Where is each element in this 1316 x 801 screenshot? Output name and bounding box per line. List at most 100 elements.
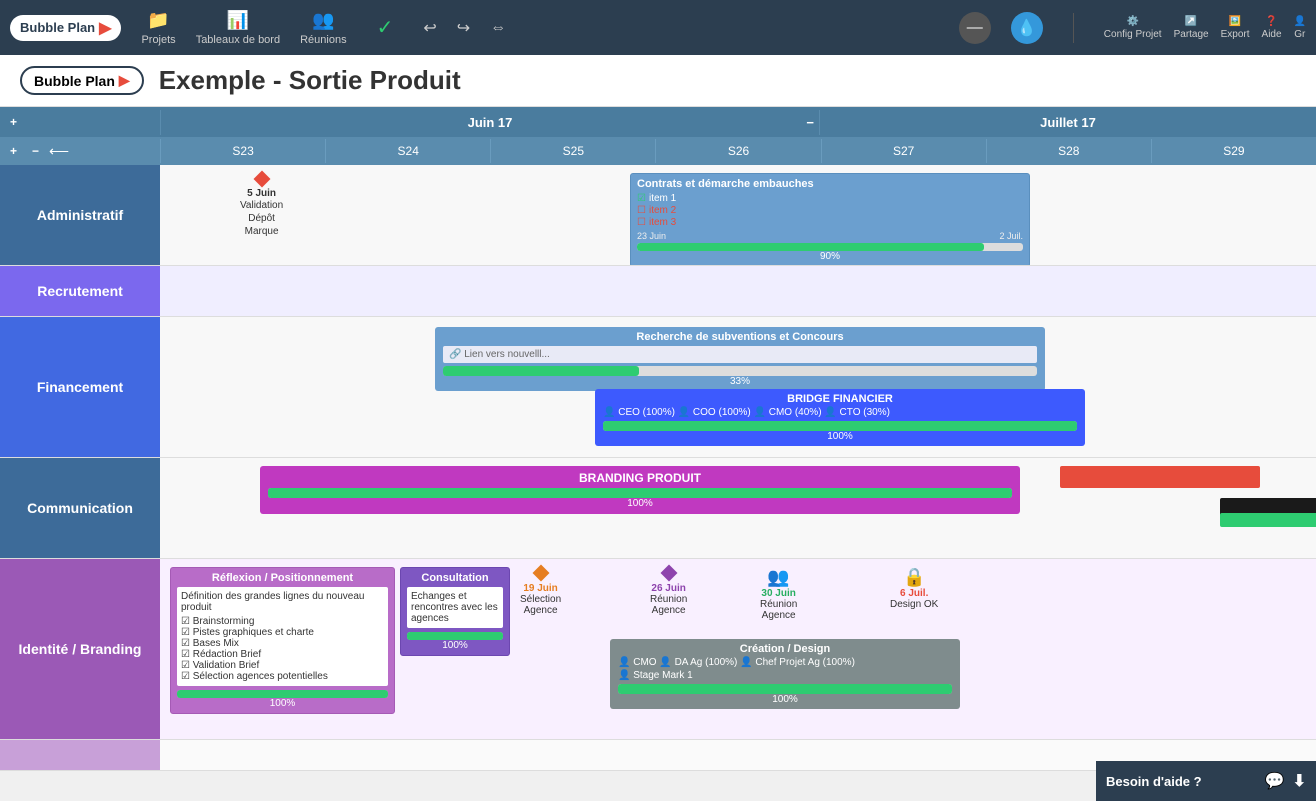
info-circle-button[interactable]: 💧 (1011, 12, 1043, 44)
progress-fill-reflexion (177, 690, 388, 698)
nav-reunions-label: Réunions (300, 34, 346, 46)
nav-logo-text: Bubble Plan (20, 20, 95, 35)
progress-label-contrats: 90% (637, 251, 1023, 262)
milestone-design-ok[interactable]: 🔒 6 Juil. Design OK (890, 567, 938, 610)
milestone-selection-agence[interactable]: 19 Juin SélectionAgence (520, 567, 561, 616)
progress-track-bridge (603, 421, 1077, 431)
nav-partage[interactable]: ↗️ Partage (1174, 16, 1209, 40)
milestone-reunion2-agence[interactable]: 👥 30 Juin RéunionAgence (760, 567, 797, 621)
milestone-date-19juin: 19 Juin (523, 583, 557, 594)
task-contrats-title: Contrats et démarche embauches (637, 178, 1023, 190)
task-bridge-people: 👤 CEO (100%) 👤 COO (100%) 👤 CMO (40%) 👤 … (603, 407, 1077, 418)
reflexion-item-2: ☑ Pistes graphiques et charte (181, 627, 384, 638)
week-s24: S24 (325, 139, 490, 163)
reunion-people-icon: 👥 (767, 567, 789, 588)
nav-export[interactable]: 🖼️ Export (1221, 16, 1250, 40)
export-label: Export (1221, 29, 1250, 40)
nav-aide[interactable]: ❓ Aide (1262, 16, 1282, 40)
task-reflexion-content: Définition des grandes lignes du nouveau… (177, 587, 388, 686)
row-financement: Financement Recherche de subventions et … (0, 317, 1316, 458)
task-start-date: 23 Juin (637, 231, 666, 241)
undo-button[interactable]: ↩ (423, 18, 436, 38)
projets-icon: 📁 (147, 10, 169, 31)
partage-icon: ↗️ (1185, 16, 1197, 27)
help-label: Besoin d'aide ? (1106, 774, 1202, 789)
content-financement: Recherche de subventions et Concours 🔗 L… (160, 317, 1316, 457)
progress-fill-contrats (637, 243, 984, 251)
lock-red-icon: 🔒 (903, 567, 925, 588)
content-communication: BRANDING PRODUIT 100% (160, 458, 1316, 558)
row-administratif: Administratif 5 Juin ValidationDépôtMarq… (0, 165, 1316, 266)
expand-icon[interactable]: ⬇ (1293, 771, 1306, 791)
redo-button[interactable]: ↪ (457, 18, 470, 38)
task-item-3: ☐ item 3 (637, 217, 1023, 228)
nav-item-reunions[interactable]: 👥 Réunions (300, 10, 346, 46)
orange-diamond-icon (532, 565, 549, 582)
week-s23: S23 (160, 139, 325, 163)
aide-label: Aide (1262, 29, 1282, 40)
week-zoom-out[interactable]: − (27, 144, 44, 158)
milestone-label-reunion1: RéunionAgence (650, 594, 687, 616)
top-navigation: Bubble Plan ▶ 📁 Projets 📊 Tableaux de bo… (0, 0, 1316, 55)
check-icon: ✓ (377, 15, 394, 40)
milestone-label-validation: ValidationDépôtMarque (240, 199, 283, 238)
chat-icon[interactable]: 💬 (1265, 771, 1285, 791)
comm-red-bar (1060, 466, 1260, 488)
user-circle-button[interactable]: — (959, 12, 991, 44)
week-zoom-in[interactable]: + (5, 144, 22, 158)
milestone-reunion1-agence[interactable]: 26 Juin RéunionAgence (650, 567, 687, 616)
task-branding-produit[interactable]: BRANDING PRODUIT 100% (260, 466, 1020, 514)
nav-projets-label: Projets (141, 34, 175, 46)
month-juillet: Juillet 17 (819, 110, 1316, 135)
task-reflexion-title: Réflexion / Positionnement (177, 572, 388, 584)
aide-icon: ❓ (1265, 16, 1277, 27)
nav-gr[interactable]: 👤 Gr (1294, 16, 1306, 40)
month-row: + Juin 17 − Juillet 17 (0, 107, 1316, 137)
progress-fill-consultation (407, 632, 503, 640)
month-juin-minus[interactable]: − (806, 115, 814, 130)
task-consultation[interactable]: Consultation Echanges et rencontres avec… (400, 567, 510, 656)
task-reflexion[interactable]: Réflexion / Positionnement Définition de… (170, 567, 395, 714)
zoom-in-button[interactable]: + (5, 115, 22, 129)
nav-item-tableaux[interactable]: 📊 Tableaux de bord (196, 10, 280, 46)
header-logo-arrow: ▶ (119, 72, 130, 89)
progress-track-consultation (407, 632, 503, 640)
nav-item-projets[interactable]: 📁 Projets (141, 10, 175, 46)
person-cmo: 👤 CMO (40%) (754, 407, 822, 418)
scroll-left-icon[interactable]: ⟵ (49, 143, 69, 160)
content-identite: Réflexion / Positionnement Définition de… (160, 559, 1316, 739)
uncheck-icon-2: ☐ (637, 205, 646, 216)
label-administratif: Administratif (0, 165, 160, 265)
week-s28: S28 (986, 139, 1151, 163)
progress-label-creation: 100% (618, 694, 952, 705)
month-juin-label: Juin 17 (468, 115, 513, 130)
progress-fill-recherche (443, 366, 639, 376)
task-contrats-embauches[interactable]: Contrats et démarche embauches ☑ item 1 … (630, 173, 1030, 265)
nav-logo[interactable]: Bubble Plan ▶ (10, 15, 121, 41)
check-icon-1: ☑ (637, 193, 646, 204)
week-s29: S29 (1151, 139, 1316, 163)
task-recherche-subventions[interactable]: Recherche de subventions et Concours 🔗 L… (435, 327, 1045, 391)
header-logo[interactable]: Bubble Plan ▶ (20, 66, 144, 95)
task-creation-design[interactable]: Création / Design 👤 CMO 👤 DA Ag (100%) 👤… (610, 639, 960, 709)
person-coo: 👤 COO (100%) (678, 407, 751, 418)
milestone-label-reunion2: RéunionAgence (760, 599, 797, 621)
diamond-red-icon (253, 171, 270, 188)
milestone-label-design: Design OK (890, 599, 938, 610)
drop-icon: 💧 (1017, 18, 1037, 38)
task-branding-title: BRANDING PRODUIT (268, 471, 1012, 485)
reflexion-item-4: ☑ Rédaction Brief (181, 649, 384, 660)
week-row: + − ⟵ S23 S24 S25 S26 S27 S28 S29 (0, 137, 1316, 165)
month-juin: Juin 17 − (160, 110, 819, 135)
task-bridge-financier[interactable]: BRIDGE FINANCIER 👤 CEO (100%) 👤 COO (100… (595, 389, 1085, 446)
content-administratif: 5 Juin ValidationDépôtMarque Contrats et… (160, 165, 1316, 265)
arrow-lr-button[interactable]: ⇔ (490, 19, 506, 37)
person-ceo: 👤 CEO (100%) (603, 407, 675, 418)
milestone-validation-depot[interactable]: 5 Juin ValidationDépôtMarque (240, 173, 283, 238)
reflexion-item-3: ☑ Bases Mix (181, 638, 384, 649)
task-creation-people: 👤 CMO 👤 DA Ag (100%) 👤 Chef Projet Ag (1… (618, 657, 952, 668)
nav-config-projet[interactable]: ⚙️ Config Projet (1104, 16, 1162, 40)
label-identite: Identité / Branding (0, 559, 160, 739)
task-end-date: 2 Juil. (999, 231, 1023, 241)
milestone-date-5juin: 5 Juin (247, 188, 276, 199)
